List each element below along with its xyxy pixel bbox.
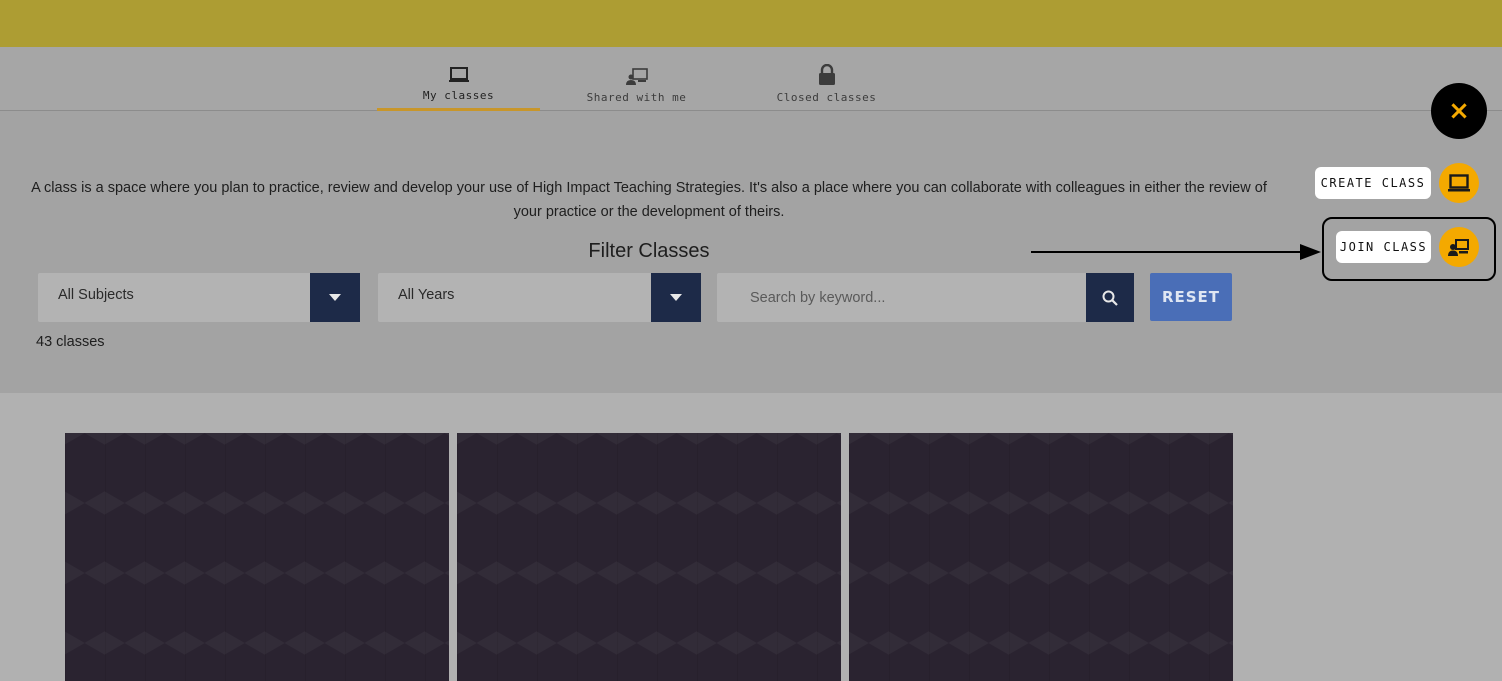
search-icon	[1102, 290, 1118, 306]
years-select[interactable]: All Years	[378, 273, 701, 322]
annotation-arrow	[1031, 244, 1321, 260]
laptop-icon	[1448, 174, 1470, 192]
tab-shared-with-me[interactable]: Shared with me	[560, 47, 713, 111]
keyword-search	[717, 273, 1134, 322]
close-fab-button[interactable]: ×	[1431, 83, 1487, 139]
tab-my-classes[interactable]: My classes	[377, 47, 540, 111]
shared-screen-icon	[625, 63, 648, 85]
tab-label: Closed classes	[776, 90, 877, 104]
reset-button[interactable]: RESET	[1150, 273, 1232, 321]
class-card[interactable]	[849, 433, 1233, 681]
tab-label: Shared with me	[586, 90, 687, 104]
laptop-icon	[448, 61, 469, 83]
class-card-grid	[0, 393, 1502, 681]
close-icon: ×	[1448, 96, 1470, 126]
lock-icon	[818, 63, 836, 85]
years-dropdown-button[interactable]	[651, 273, 701, 322]
subjects-select[interactable]: All Subjects	[38, 273, 360, 322]
search-input[interactable]	[717, 273, 1086, 322]
filter-title: Filter Classes	[588, 240, 710, 262]
caret-down-icon	[670, 294, 682, 301]
class-count: 43 classes	[36, 334, 105, 350]
class-card[interactable]	[65, 433, 449, 681]
years-select-value: All Years	[398, 287, 455, 303]
create-class-button[interactable]	[1439, 163, 1479, 203]
subjects-dropdown-button[interactable]	[310, 273, 360, 322]
search-button[interactable]	[1086, 273, 1134, 322]
shared-screen-icon	[1448, 239, 1469, 256]
join-class-label[interactable]: JOIN CLASS	[1336, 231, 1431, 263]
tab-closed-classes[interactable]: Closed classes	[750, 47, 903, 111]
create-class-label[interactable]: CREATE CLASS	[1315, 167, 1431, 199]
class-card[interactable]	[457, 433, 841, 681]
subjects-select-value: All Subjects	[58, 287, 134, 303]
class-tabs: My classes Shared with me Closed classes	[0, 47, 1502, 111]
caret-down-icon	[329, 294, 341, 301]
top-header-bar	[0, 0, 1502, 47]
join-class-button[interactable]	[1439, 227, 1479, 267]
tab-label: My classes	[422, 89, 495, 102]
intro-text: A class is a space where you plan to pra…	[31, 180, 1267, 220]
